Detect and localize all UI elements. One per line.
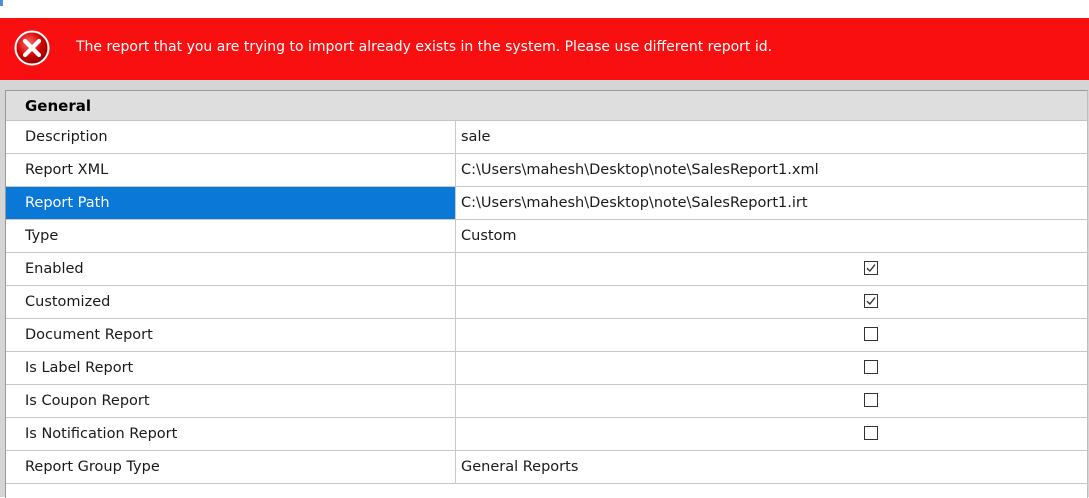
property-value-checkbox-cell[interactable] [456,286,1087,318]
property-label[interactable]: Enabled [6,253,456,285]
property-value-checkbox-cell[interactable] [456,385,1087,417]
checkbox[interactable] [864,360,878,374]
property-label[interactable]: Report Group Type [6,451,456,483]
error-x-icon [14,30,50,66]
property-row[interactable]: Report Path C:\Users\mahesh\Desktop\note\… [6,187,1087,220]
grid-bottom-area [6,486,1087,498]
property-row[interactable]: Is Coupon Report [6,385,1087,418]
property-label[interactable]: Is Coupon Report [6,385,456,417]
property-row[interactable]: Is Label Report [6,352,1087,385]
section-title: General [25,97,91,115]
property-value[interactable]: C:\Users\mahesh\Desktop\note\SalesReport… [456,154,1087,186]
checkbox[interactable] [864,294,878,308]
property-label[interactable]: Customized [6,286,456,318]
property-value[interactable]: General Reports [456,451,1087,483]
error-banner: The report that you are trying to import… [0,18,1089,81]
property-label[interactable]: Report XML [6,154,456,186]
property-label[interactable]: Report Path [6,187,456,219]
checkbox[interactable] [864,426,878,440]
property-value[interactable]: Custom [456,220,1087,252]
property-label[interactable]: Is Notification Report [6,418,456,450]
property-row[interactable]: Description sale [6,121,1087,154]
checkbox[interactable] [864,327,878,341]
property-row[interactable]: Report XML C:\Users\mahesh\Desktop\note\S… [6,154,1087,187]
checkbox[interactable] [864,393,878,407]
property-label[interactable]: Is Label Report [6,352,456,384]
property-row[interactable]: Customized [6,286,1087,319]
window-top-strip [0,0,1089,18]
property-row[interactable]: Enabled [6,253,1087,286]
property-row[interactable]: Document Report [6,319,1087,352]
property-value-checkbox-cell[interactable] [456,253,1087,285]
property-row[interactable]: Report Group Type General Reports [6,451,1087,484]
property-row[interactable]: Is Notification Report [6,418,1087,451]
property-grid-frame: General Description sale Report XML C:\User… [0,80,1089,498]
property-value[interactable]: C:\Users\mahesh\Desktop\note\SalesReport… [456,187,1087,219]
property-value-checkbox-cell[interactable] [456,319,1087,351]
property-label[interactable]: Type [6,220,456,252]
checkbox[interactable] [864,261,878,275]
property-value-checkbox-cell[interactable] [456,352,1087,384]
section-header-general[interactable]: General [6,91,1087,121]
error-message: The report that you are trying to import… [76,39,773,55]
property-row[interactable]: Type Custom [6,220,1087,253]
window-edge-mark [0,0,3,6]
property-value[interactable]: sale [456,121,1087,153]
checkmark-icon [866,264,876,273]
checkmark-icon [866,297,876,306]
property-label[interactable]: Document Report [6,319,456,351]
property-value-checkbox-cell[interactable] [456,418,1087,450]
property-label[interactable]: Description [6,121,456,153]
property-grid: General Description sale Report XML C:\User… [5,90,1088,498]
